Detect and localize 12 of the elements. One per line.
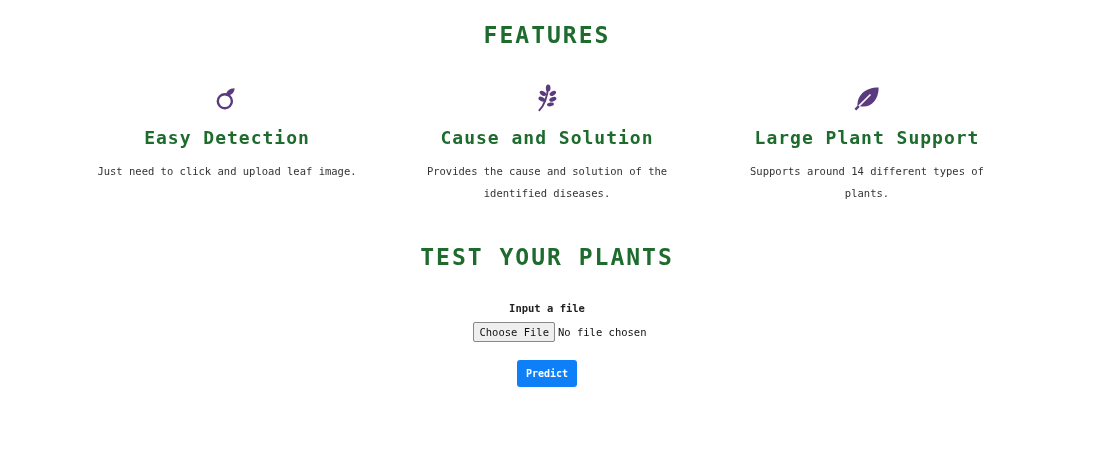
file-status: No file chosen <box>558 326 647 338</box>
predict-button[interactable]: Predict <box>516 360 578 387</box>
feature-title: Large Plant Support <box>754 126 980 150</box>
feature-title: Cause and Solution <box>440 126 654 150</box>
field-label: Input a file <box>509 302 585 314</box>
feature-description: Just need to click and upload leaf image. <box>97 164 357 179</box>
section-title: FEATURES <box>483 21 611 50</box>
feature-description: Supports around 14 different types of plants. <box>749 164 985 201</box>
feature-description: Provides the cause and solution of the identified diseases. <box>425 164 669 201</box>
feature-title: Easy Detection <box>144 126 310 150</box>
section-title: TEST YOUR PLANTS <box>420 243 674 272</box>
choose-file-button[interactable]: Choose File <box>473 322 555 342</box>
